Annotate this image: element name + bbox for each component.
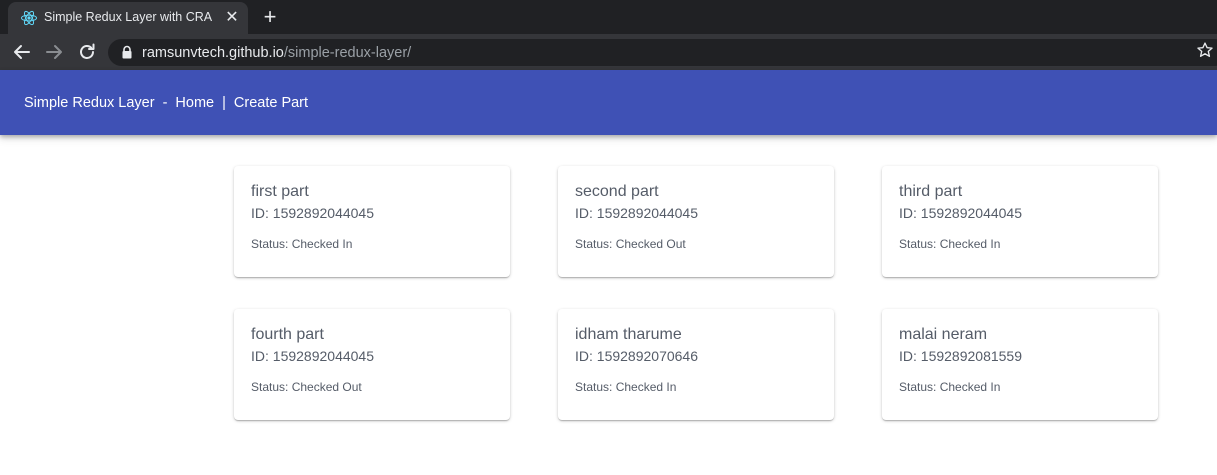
browser-tabstrip: Simple Redux Layer with CRA ✕ + — [0, 0, 1217, 34]
part-name: fourth part — [251, 326, 324, 343]
part-card[interactable]: third part ID: 1592892044045 Status: Che… — [882, 166, 1158, 277]
part-status: Status: Checked In — [575, 380, 677, 394]
url-text: ramsunvtech.github.io/simple-redux-layer… — [142, 45, 411, 61]
lock-icon[interactable] — [120, 45, 134, 60]
react-icon — [20, 9, 38, 27]
part-status: Status: Checked Out — [575, 237, 686, 251]
part-id: ID: 1592892044045 — [251, 348, 374, 364]
part-card[interactable]: first part ID: 1592892044045 Status: Che… — [234, 166, 510, 277]
browser-tab[interactable]: Simple Redux Layer with CRA ✕ — [8, 2, 248, 34]
part-name: second part — [575, 183, 659, 200]
back-arrow-icon[interactable] — [10, 40, 34, 64]
close-tab-icon[interactable]: ✕ — [224, 10, 240, 26]
part-status: Status: Checked In — [899, 237, 1001, 251]
part-name: first part — [251, 183, 309, 200]
app-nav: Simple Redux Layer - Home | Create Part — [24, 95, 308, 111]
part-status: Status: Checked Out — [251, 380, 362, 394]
part-name: idham tharume — [575, 326, 682, 343]
url-host: ramsunvtech.github.io — [142, 45, 284, 61]
tab-title: Simple Redux Layer with CRA — [44, 10, 213, 24]
part-id: ID: 1592892044045 — [251, 205, 374, 221]
part-name: malai neram — [899, 326, 988, 343]
part-card[interactable]: fourth part ID: 1592892044045 Status: Ch… — [234, 309, 510, 420]
part-status: Status: Checked In — [899, 380, 1001, 394]
title-separator: - — [162, 95, 168, 111]
star-icon[interactable] — [1196, 41, 1214, 59]
new-tab-icon[interactable]: + — [260, 6, 280, 28]
nav-create-part-link[interactable]: Create Part — [234, 95, 308, 111]
part-status: Status: Checked In — [251, 237, 353, 251]
nav-home-link[interactable]: Home — [175, 95, 214, 111]
part-id: ID: 1592892044045 — [899, 205, 1022, 221]
nav-divider: | — [222, 95, 226, 111]
part-id: ID: 1592892070646 — [575, 348, 698, 364]
address-bar[interactable]: ramsunvtech.github.io/simple-redux-layer… — [108, 39, 1217, 66]
forward-arrow-icon[interactable] — [42, 40, 66, 64]
browser-toolbar: ramsunvtech.github.io/simple-redux-layer… — [0, 34, 1217, 70]
part-id: ID: 1592892044045 — [575, 205, 698, 221]
url-path: /simple-redux-layer/ — [283, 45, 412, 61]
app-header: Simple Redux Layer - Home | Create Part — [0, 70, 1217, 135]
part-id: ID: 1592892081559 — [899, 348, 1022, 364]
part-card[interactable]: second part ID: 1592892044045 Status: Ch… — [558, 166, 834, 277]
part-name: third part — [899, 183, 963, 200]
part-card[interactable]: idham tharume ID: 1592892070646 Status: … — [558, 309, 834, 420]
part-card[interactable]: malai neram ID: 1592892081559 Status: Ch… — [882, 309, 1158, 420]
reload-icon[interactable] — [75, 40, 99, 64]
app-title: Simple Redux Layer — [24, 95, 155, 111]
